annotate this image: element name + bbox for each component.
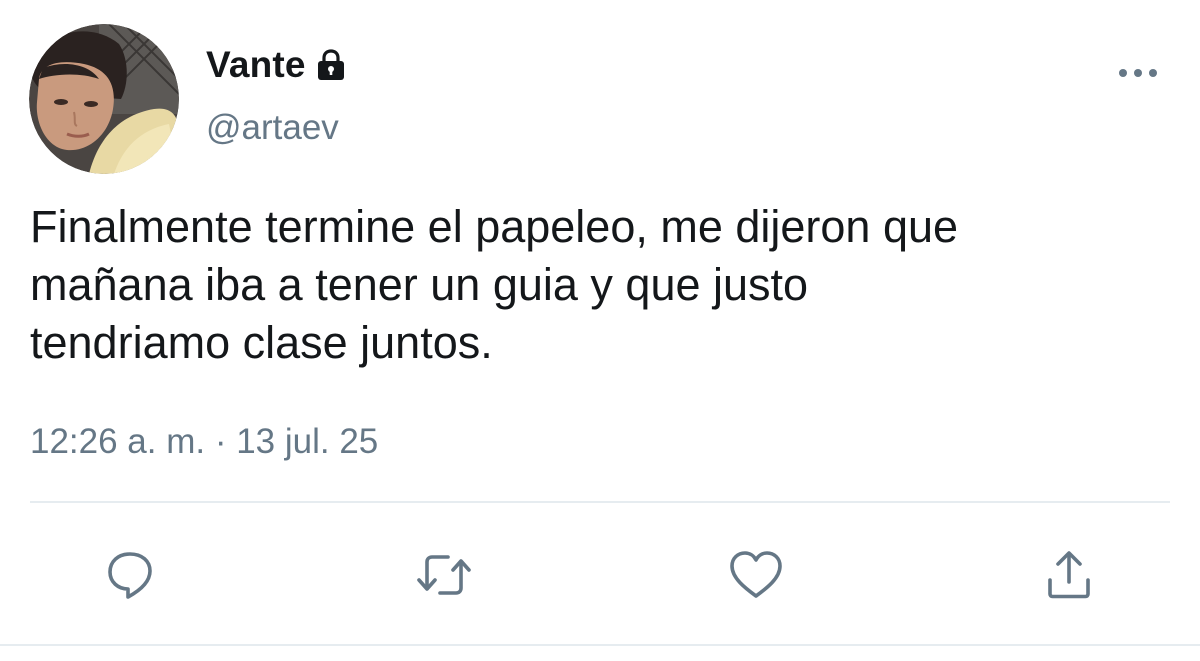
tweet-timestamp[interactable]: 12:26 a. m. · 13 jul. 25 xyxy=(30,422,378,462)
tweet-text: Finalmente termine el papeleo, me dijero… xyxy=(30,201,959,368)
tweet-card: Vante @artaev Finalmente termine el pape… xyxy=(0,0,1200,661)
like-button[interactable] xyxy=(721,540,791,610)
share-button[interactable] xyxy=(1034,540,1104,610)
lock-icon xyxy=(314,48,348,82)
reply-bubble-icon xyxy=(108,552,152,599)
avatar-photo xyxy=(29,24,179,174)
tweet-action-bar xyxy=(0,540,1200,610)
bottom-divider xyxy=(0,644,1200,646)
user-handle[interactable]: @artaev xyxy=(206,108,339,148)
share-upload-icon xyxy=(1048,551,1090,599)
retweet-icon xyxy=(417,555,471,595)
display-name[interactable]: Vante xyxy=(206,44,306,86)
divider xyxy=(30,501,1170,503)
heart-icon xyxy=(730,551,782,598)
avatar[interactable] xyxy=(29,24,179,174)
display-name-row: Vante xyxy=(206,40,348,90)
retweet-button[interactable] xyxy=(409,540,479,610)
more-dots-icon xyxy=(1119,69,1157,77)
reply-button[interactable] xyxy=(95,540,165,610)
more-options-button[interactable] xyxy=(1112,60,1164,86)
